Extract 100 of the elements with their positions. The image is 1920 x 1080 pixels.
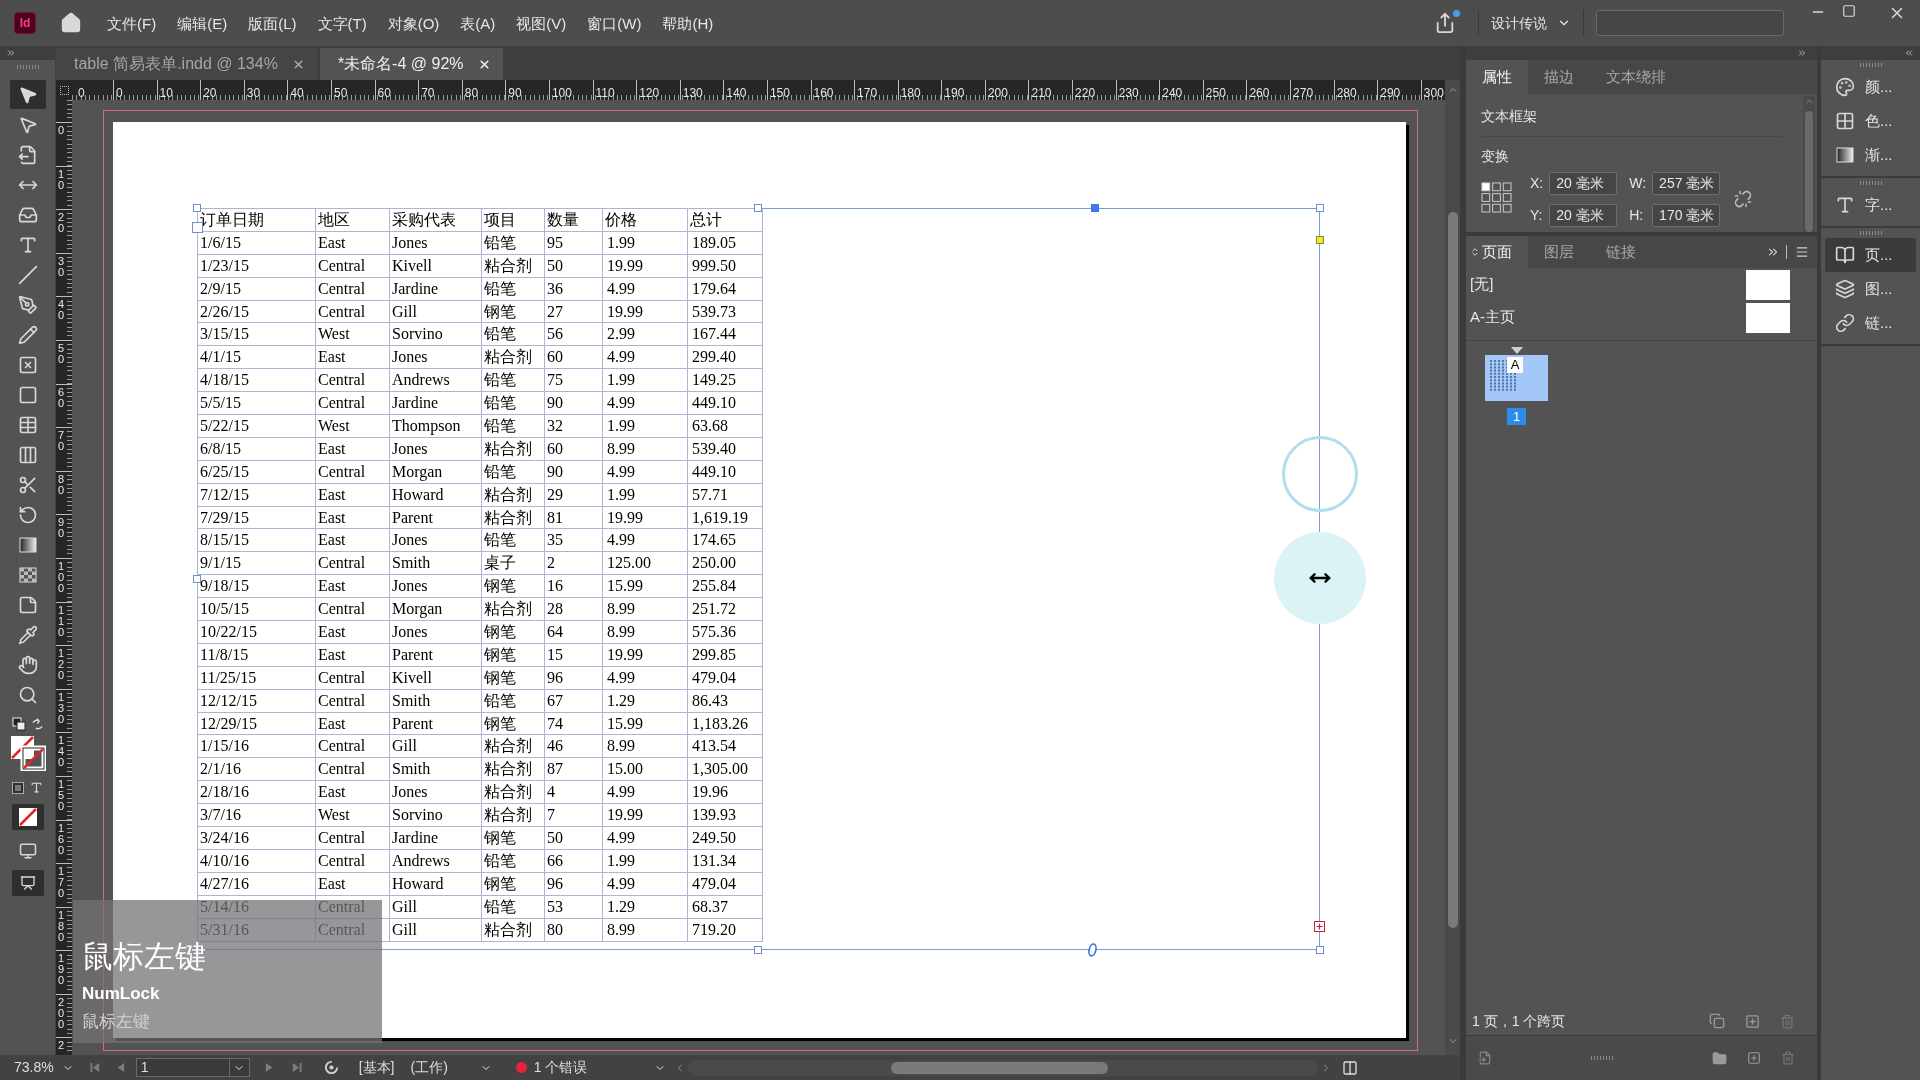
screen-mode-icon[interactable] <box>18 842 37 860</box>
menu-item[interactable]: 文字(T) <box>317 15 367 31</box>
document-tab[interactable]: *未命名-4 @ 92% <box>319 48 503 80</box>
dock-panel-button[interactable]: 图... <box>1825 272 1916 306</box>
panel-tab[interactable]: 图层 <box>1528 236 1590 268</box>
first-page-icon[interactable] <box>89 1062 101 1073</box>
table-cell: 4/27/16 <box>197 872 316 896</box>
dock-panel-button[interactable]: 色... <box>1825 104 1916 138</box>
workspace-dropdown[interactable]: 设计传说 <box>1491 12 1571 34</box>
frame-handle-icon[interactable] <box>193 575 201 583</box>
grip-icon[interactable] <box>1859 63 1882 67</box>
page-number-field[interactable]: 1 <box>135 1058 250 1077</box>
number-field[interactable]: 257 毫米 <box>1652 172 1721 195</box>
unlink-icon[interactable] <box>1734 190 1753 208</box>
table-cell: 4/1/15 <box>197 345 316 369</box>
zoom-level[interactable]: 73.8% <box>14 1057 54 1078</box>
page-thumbnail[interactable]: A <box>1485 355 1548 401</box>
frame-handle-icon[interactable] <box>1316 204 1324 212</box>
folder-icon[interactable] <box>1712 1050 1727 1066</box>
dock-panel-button[interactable]: 页... <box>1825 238 1916 272</box>
menu-item[interactable]: 编辑(E) <box>177 15 228 31</box>
page-size-icon[interactable] <box>1709 1013 1725 1029</box>
number-field[interactable]: 20 毫米 <box>1549 172 1618 195</box>
table-cell: West <box>315 322 390 346</box>
home-icon[interactable] <box>60 12 82 34</box>
panel-scrollbar[interactable] <box>1803 96 1815 232</box>
master-thumbnail[interactable] <box>1746 269 1790 300</box>
default-colors-icon[interactable] <box>11 717 26 731</box>
master-name[interactable]: [无] <box>1470 273 1494 296</box>
reference-point-icon[interactable] <box>1481 182 1512 213</box>
horizontal-scrollbar[interactable] <box>687 1059 1318 1076</box>
new-item-icon[interactable] <box>1747 1051 1761 1065</box>
table-cell: 28 <box>544 597 603 621</box>
expand-icon[interactable] <box>6 48 16 58</box>
tool-button[interactable] <box>9 80 46 109</box>
more-panels-icon[interactable] <box>1766 245 1780 259</box>
apply-none-button[interactable] <box>11 804 44 830</box>
master-thumbnail[interactable] <box>1746 302 1790 333</box>
new-page-icon[interactable] <box>1745 1013 1760 1029</box>
frame-handle-icon[interactable] <box>1316 946 1324 954</box>
scrollbar-thumb[interactable] <box>890 1061 1108 1074</box>
collapse-icon[interactable] <box>1797 48 1807 58</box>
panel-tab[interactable]: 链接 <box>1590 236 1652 268</box>
menu-item[interactable]: 帮助(H) <box>662 15 714 31</box>
dock-panel-button[interactable]: 颜... <box>1825 70 1916 104</box>
split-view-icon[interactable] <box>1341 1059 1358 1076</box>
fill-stroke-swatch-icon[interactable] <box>9 735 46 771</box>
share-icon[interactable] <box>1434 12 1456 34</box>
corner-handle-icon[interactable] <box>1316 236 1324 244</box>
search-field[interactable] <box>1596 10 1784 36</box>
document-tab[interactable]: table 简易表单.indd @ 134% <box>56 48 317 80</box>
number-field[interactable]: 170 毫米 <box>1652 204 1721 227</box>
last-page-icon[interactable] <box>290 1062 302 1073</box>
vertical-scrollbar[interactable] <box>1445 80 1460 1055</box>
close-icon[interactable] <box>291 57 305 71</box>
container-format-icon[interactable] <box>12 781 24 794</box>
dock-panel-button[interactable]: 链... <box>1825 306 1916 340</box>
table-cell: 铅笔 <box>481 460 545 484</box>
panel-tab[interactable]: 描边 <box>1528 60 1590 94</box>
ruler-label: 200 <box>987 86 1008 100</box>
view-mode-button[interactable] <box>11 870 44 896</box>
menu-item[interactable]: 表(A) <box>460 15 496 31</box>
overset-plus-icon[interactable] <box>1314 921 1325 932</box>
ruler-origin[interactable] <box>56 80 72 100</box>
preflight-mode[interactable]: (工作) <box>410 1057 448 1078</box>
close-icon[interactable] <box>477 57 491 71</box>
preflight-profile[interactable]: [基本] <box>358 1057 395 1078</box>
panel-menu-icon[interactable] <box>1795 245 1809 259</box>
scrollbar-thumb[interactable] <box>1447 212 1458 928</box>
panel-tab[interactable]: 属性 <box>1466 60 1528 94</box>
dock-panel-button[interactable]: 字... <box>1825 188 1916 222</box>
next-page-icon[interactable] <box>263 1062 275 1073</box>
table-cell: 粘合剂 <box>481 437 545 461</box>
grip-icon[interactable] <box>1859 231 1882 235</box>
master-name[interactable]: A-主页 <box>1470 306 1515 329</box>
number-field[interactable]: 20 毫米 <box>1549 204 1618 227</box>
expand-icon[interactable] <box>1904 48 1914 58</box>
error-count[interactable]: 1 个错误 <box>533 1057 588 1078</box>
frame-handle-icon[interactable] <box>754 204 762 212</box>
dock-panel-button[interactable]: 渐... <box>1825 138 1916 172</box>
menu-item[interactable]: 版面(L) <box>248 15 297 31</box>
handle-icon[interactable] <box>1091 204 1099 212</box>
swap-arrow-icon[interactable] <box>30 717 44 731</box>
grip-icon[interactable] <box>1859 181 1882 185</box>
frame-handle-icon[interactable] <box>193 204 201 212</box>
gradient-swatch-icon <box>17 534 38 555</box>
panel-tab[interactable]: 文本绕排 <box>1590 60 1682 94</box>
menu-item[interactable]: 窗口(W) <box>587 15 642 31</box>
grip-icon[interactable] <box>16 65 39 69</box>
scrollbar-thumb[interactable] <box>1805 111 1813 232</box>
frame-handle-icon[interactable] <box>754 946 762 954</box>
text-format-icon[interactable] <box>30 781 43 794</box>
menu-item[interactable]: 文件(F) <box>107 15 157 31</box>
menu-item[interactable]: 对象(O) <box>387 15 440 31</box>
panel-tab[interactable]: 页面 <box>1466 236 1528 268</box>
preflight-icon[interactable] <box>323 1060 339 1075</box>
grip-icon[interactable] <box>1591 1056 1613 1060</box>
import-icon[interactable] <box>1478 1051 1492 1065</box>
menu-item[interactable]: 视图(V) <box>516 15 567 31</box>
maximize-icon[interactable] <box>1842 4 1856 18</box>
